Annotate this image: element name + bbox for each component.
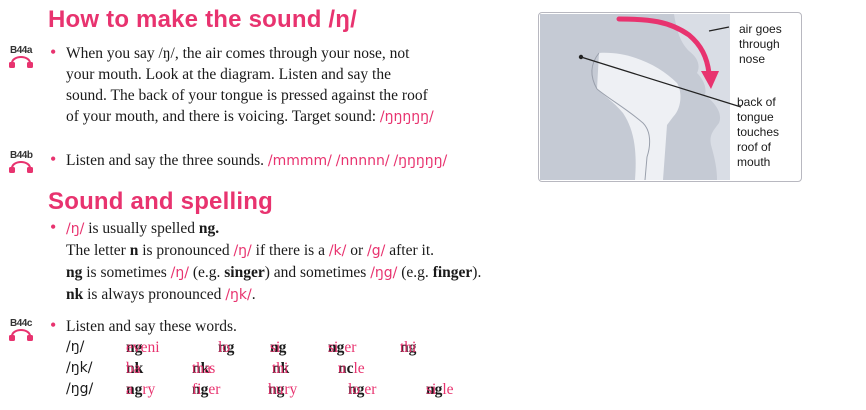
bold-text: singer <box>224 264 265 281</box>
bold-text: finger <box>432 264 473 281</box>
mouth-diagram: air goes through nose back of tongue tou… <box>538 12 802 182</box>
audio-track-b44c-button[interactable]: B44c <box>6 318 40 344</box>
text-segment: is usually spelled <box>84 220 199 237</box>
headphones-icon <box>9 161 33 173</box>
text-segment: (e.g. <box>397 264 433 281</box>
text-segment: . <box>251 286 256 303</box>
text-line: Listen and say these words. <box>66 318 237 335</box>
text-segment: is always pronounced <box>83 286 226 303</box>
sound-n: /nnnnn/ <box>335 153 390 169</box>
bullet-dot: • <box>50 315 57 335</box>
bullet-dot: • <box>50 217 57 237</box>
text-line: of your mouth, and there is voicing. Tar… <box>66 106 520 128</box>
word-sing: si ng <box>270 339 287 356</box>
text-line: nk is always pronounced /ŋk/. <box>66 284 570 306</box>
label-air-through-nose: air goes through nose <box>739 22 782 67</box>
text-segment: or <box>346 242 368 259</box>
row-ipa: /ŋk/ <box>66 360 93 376</box>
text-segment: Listen and say the three sounds. <box>66 152 268 169</box>
word-hungry: hu ng ry <box>268 381 298 398</box>
label-line: air goes <box>739 22 782 36</box>
ipa: /g/ <box>367 243 386 259</box>
text-line: your mouth. Look at the diagram. Listen … <box>66 66 391 83</box>
text-line: ng is sometimes /ŋ/ (e.g. singer) and so… <box>66 262 570 284</box>
heading-sound-and-spelling: Sound and spelling <box>48 188 273 215</box>
headphones-icon <box>9 329 33 341</box>
track-label: B44b <box>10 150 33 161</box>
ipa: /ŋg/ <box>370 265 398 281</box>
audio-track-b44b-button[interactable]: B44b <box>6 150 40 176</box>
label-line: through <box>739 37 780 51</box>
word-angry: a ng ry <box>126 381 156 398</box>
sound-ng: /ŋŋŋŋŋ/ <box>393 153 448 169</box>
ipa: /ŋk/ <box>225 287 252 303</box>
word-uncle: u nc le <box>338 360 365 377</box>
bold-text: ng <box>66 264 83 281</box>
word-thing: thi ng <box>400 339 417 356</box>
bullet-dot: • <box>50 42 57 62</box>
row-ipa: /ŋ/ <box>66 339 85 355</box>
heading-how-to-make-sound: How to make the sound /ŋ/ <box>48 6 358 33</box>
text-segment: if there is a <box>251 242 329 259</box>
bullet-spelling-rules: • /ŋ/ is usually spelled ng. The letter … <box>50 217 570 306</box>
word-singer: si ng er <box>328 339 357 356</box>
text-segment: The letter <box>66 242 130 259</box>
bullet-listen-words: • Listen and say these words. <box>50 315 450 337</box>
word-think: thi nk <box>272 360 290 377</box>
bold-text: ng. <box>198 220 220 237</box>
word-bank: ba nk <box>126 360 144 377</box>
ipa: /k/ <box>328 243 347 259</box>
headphones-icon <box>9 56 33 68</box>
text-line: Listen and say the three sounds. /mmmm/ … <box>66 150 530 172</box>
label-line: tongue <box>737 110 774 124</box>
target-sound: /ŋŋŋŋŋ/ <box>379 109 434 125</box>
track-label: B44a <box>10 45 32 56</box>
audio-track-b44a-button[interactable]: B44a <box>6 45 40 71</box>
text-line: /ŋ/ is usually spelled ng. <box>66 218 570 240</box>
bullet-how-air-flows: • When you say /ŋ/, the air comes throug… <box>50 42 520 128</box>
text-line: When you say /ŋ/, the air comes through … <box>66 45 410 62</box>
bold-text: nk <box>66 286 84 303</box>
label-line: nose <box>739 52 766 66</box>
text-line: The letter n is pronounced /ŋ/ if there … <box>66 240 570 262</box>
bullet-three-sounds: • Listen and say the three sounds. /mmmm… <box>50 149 530 172</box>
text-segment: is pronounced <box>138 242 234 259</box>
label-line: mouth <box>737 155 771 169</box>
ipa: /ŋ/ <box>66 221 85 237</box>
text-segment: ). <box>472 264 482 281</box>
sound-m: /mmmm/ <box>267 153 332 169</box>
word-longer: lo ng er <box>348 381 377 398</box>
text-segment: (e.g. <box>188 264 225 281</box>
text-segment: of your mouth, and there is voicing. Tar… <box>66 108 380 125</box>
label-line: back of <box>737 95 776 109</box>
label-line: touches <box>737 125 780 139</box>
ipa: /ŋ/ <box>233 243 252 259</box>
label-line: roof of <box>737 140 772 154</box>
label-back-of-tongue: back of tongue touches roof of mouth <box>737 95 779 170</box>
text-segment: is sometimes <box>82 264 171 281</box>
word-finger: fi ng er <box>192 381 221 398</box>
word-evening: eveni ng <box>126 339 160 356</box>
row-ipa: /ŋg/ <box>66 381 94 397</box>
word-single: si ng le <box>426 381 454 398</box>
word-thanks: tha nk s <box>192 360 216 377</box>
bullet-dot: • <box>50 149 57 169</box>
text-segment: ) and sometimes <box>264 264 371 281</box>
word-long: lo ng <box>218 339 235 356</box>
track-label: B44c <box>10 318 32 329</box>
text-line: sound. The back of your tongue is presse… <box>66 87 428 104</box>
ipa: /ŋ/ <box>170 265 189 281</box>
text-segment: after it. <box>385 242 435 259</box>
